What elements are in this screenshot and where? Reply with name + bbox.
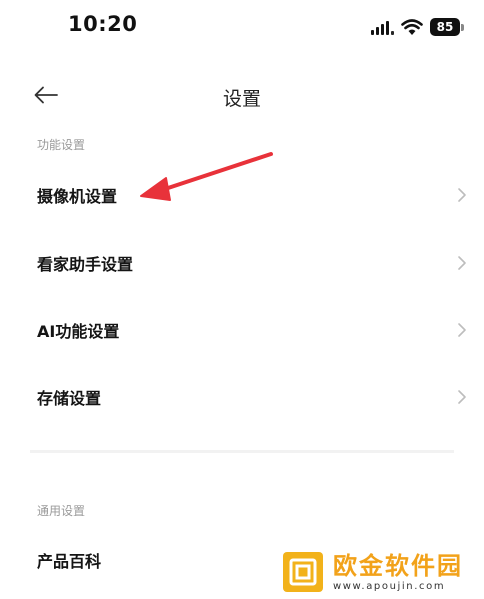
page-title: 设置 [222,88,261,110]
settings-item-label: 摄像机设置 [37,187,118,206]
settings-item-label: 看家助手设置 [37,255,134,274]
chevron-right-icon [458,256,466,270]
settings-screen: 10:20 85 设置 功能设置 摄像机设置 看家助手设置 AI功能设置 存储设… [0,0,484,599]
cellular-signal-icon [371,19,394,35]
watermark-brand: 欧金软件园 [333,551,463,580]
settings-item-label: AI功能设置 [37,322,120,341]
watermark-url: www.apoujin.com [333,580,446,592]
chevron-right-icon [458,390,466,404]
battery-icon: 85 [430,18,464,36]
section-label-feature-settings: 功能设置 [37,138,86,152]
chevron-right-icon [458,188,466,202]
settings-item-storage[interactable]: 存储设置 [0,369,484,425]
section-divider [30,450,454,453]
status-bar: 10:20 85 [0,0,484,56]
settings-item-home-guard[interactable]: 看家助手设置 [0,235,484,291]
nav-bar: 设置 [0,74,484,116]
chevron-right-icon [458,323,466,337]
wifi-icon [401,18,423,36]
watermark: 欧金软件园 www.apoujin.com [283,548,481,596]
settings-item-ai-features[interactable]: AI功能设置 [0,302,484,358]
status-time: 10:20 [68,12,138,36]
status-icons: 85 [371,16,464,38]
settings-item-label: 产品百科 [37,552,102,571]
watermark-logo-icon [283,552,323,592]
section-label-general-settings: 通用设置 [37,504,86,518]
battery-level: 85 [430,18,460,36]
settings-item-camera[interactable]: 摄像机设置 [0,167,484,223]
settings-item-label: 存储设置 [37,389,102,408]
